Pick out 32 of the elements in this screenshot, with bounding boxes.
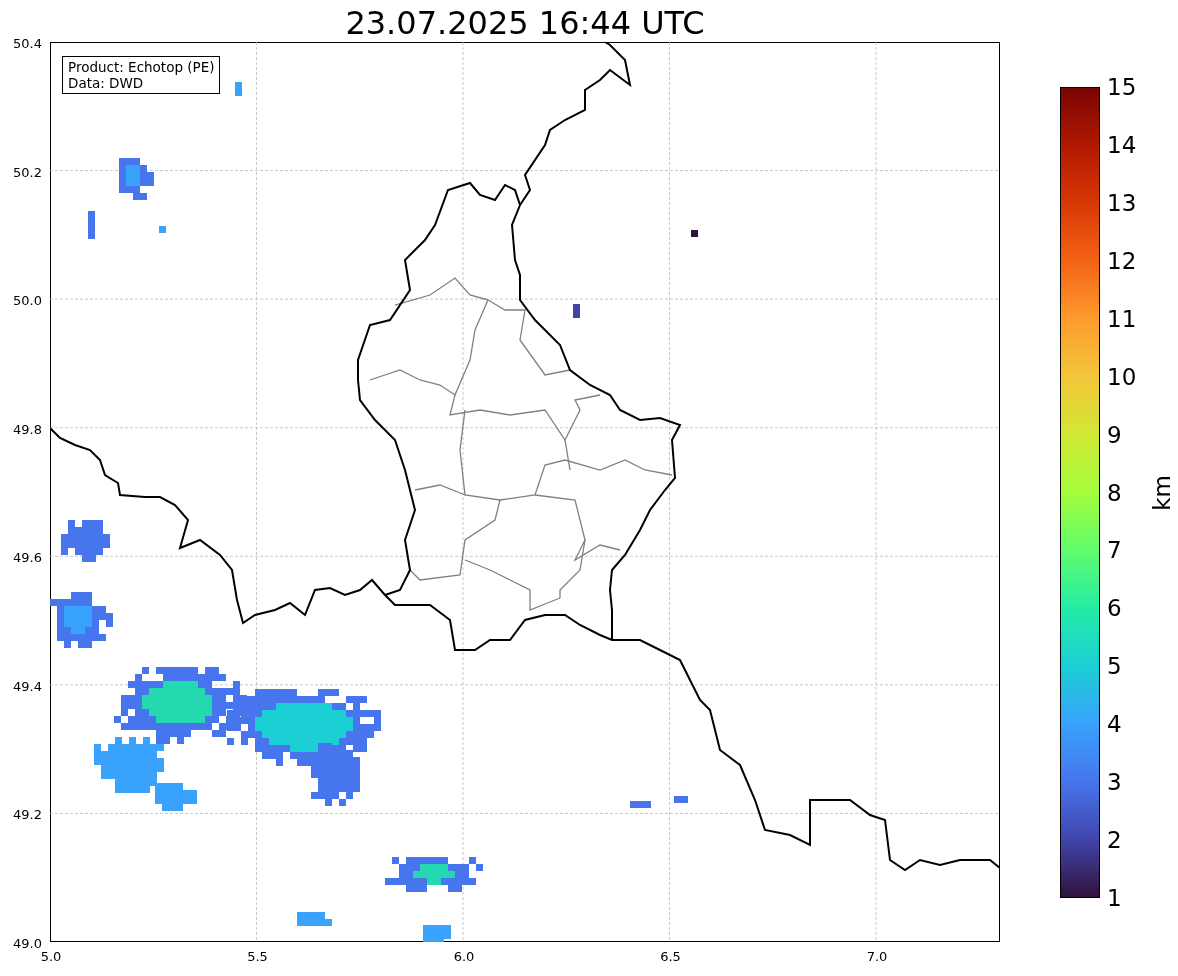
axis-tick-label: 50.0 xyxy=(13,292,42,308)
colorbar-tick-label: 1 xyxy=(1107,885,1122,911)
colorbar-tick-label: 12 xyxy=(1107,247,1137,274)
colorbar-tick-label: 4 xyxy=(1107,711,1122,738)
colorbar-tick-label: 6 xyxy=(1107,595,1122,622)
colorbar-tick-label: 13 xyxy=(1107,189,1137,216)
colorbar-tick-label: 11 xyxy=(1107,305,1137,332)
axis-tick-label: 50.4 xyxy=(13,35,42,51)
axis-tick-label: 49.2 xyxy=(13,806,42,822)
colorbar-tick-label: 10 xyxy=(1107,363,1137,390)
axis-tick-label: 49.8 xyxy=(13,421,42,437)
colorbar-tick-label: 9 xyxy=(1107,421,1122,448)
colorbar-tick-label: 2 xyxy=(1107,827,1122,854)
axis-tick-label: 6.0 xyxy=(453,949,475,964)
colorbar-label: km xyxy=(1148,475,1175,511)
axis-tick-label: 49.0 xyxy=(13,935,42,951)
axis-tick-label: 49.6 xyxy=(13,549,42,565)
colorbar-tick-label: 3 xyxy=(1107,769,1122,796)
axis-tick-label: 5.5 xyxy=(247,949,268,964)
chart-title: 23.07.2025 16:44 UTC xyxy=(344,3,706,43)
axis-tick-label: 7.0 xyxy=(866,949,888,964)
info-text: Data: DWD xyxy=(68,75,145,91)
colorbar-tick-label: 14 xyxy=(1107,131,1137,158)
colorbar-tick-label: 7 xyxy=(1107,537,1122,564)
colorbar-tick-label: 5 xyxy=(1107,653,1122,680)
info-text: Product: Echotop (PE) xyxy=(68,59,215,75)
colorbar-tick-label: 15 xyxy=(1107,74,1137,100)
axis-tick-label: 6.5 xyxy=(660,949,681,964)
axis-tick-label: 5.0 xyxy=(40,949,62,964)
axis-tick-label: 50.2 xyxy=(13,164,42,180)
colorbar-tick-label: 8 xyxy=(1107,479,1122,506)
axis-tick-label: 49.4 xyxy=(13,678,42,694)
